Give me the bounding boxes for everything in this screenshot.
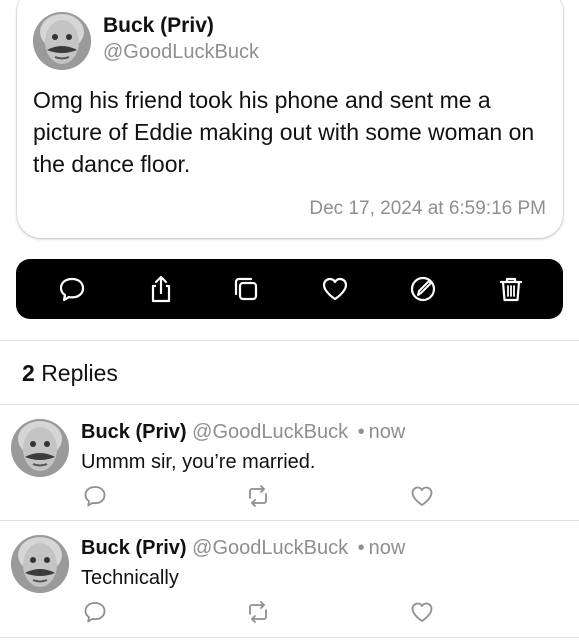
replies-count: 2 (22, 360, 35, 386)
replies-header: 2 Replies (22, 360, 118, 387)
speech-bubble-icon (84, 486, 106, 507)
repost-icon (249, 601, 267, 623)
reply-like-button[interactable] (409, 599, 435, 625)
reply-item[interactable]: Buck (Priv) @GoodLuckBuck • now Ummm sir,… (0, 405, 579, 521)
reply-meta: Buck (Priv) @GoodLuckBuck • now (81, 421, 405, 444)
heart-icon (411, 486, 433, 506)
author-name[interactable]: Buck (Priv) (103, 14, 214, 38)
reply-author-handle[interactable]: @GoodLuckBuck (192, 537, 348, 559)
like-button[interactable] (317, 271, 353, 307)
heart-icon (322, 277, 348, 301)
avatar[interactable] (11, 535, 69, 593)
avatar[interactable] (11, 419, 69, 477)
reply-repost-button[interactable] (245, 599, 271, 625)
reply-repost-button[interactable] (245, 483, 271, 509)
reply-item[interactable]: Buck (Priv) @GoodLuckBuck • now Technical… (0, 521, 579, 637)
edit-icon (410, 276, 436, 302)
author-handle[interactable]: @GoodLuckBuck (103, 41, 259, 64)
reply-author-name[interactable]: Buck (Priv) (81, 537, 187, 559)
reply-time: now (368, 537, 406, 559)
reply-meta: Buck (Priv) @GoodLuckBuck • now (81, 537, 405, 560)
repost-icon (249, 485, 267, 507)
speech-bubble-icon (84, 602, 106, 623)
post-text: Omg his friend took his phone and sent m… (33, 87, 535, 177)
reply-time: now (368, 421, 406, 443)
share-icon (151, 275, 171, 303)
reply-comment-button[interactable] (82, 599, 108, 625)
avatar-photo (11, 419, 69, 477)
post-card: Buck (Priv) @GoodLuckBuck Omg his friend… (17, 0, 563, 238)
reply-text: Ummm sir, you’re married. (81, 451, 316, 473)
copy-button[interactable] (228, 271, 264, 307)
copy-icon (234, 277, 258, 301)
reply-text: Technically (81, 567, 179, 589)
edit-button[interactable] (405, 271, 441, 307)
post-timestamp: Dec 17, 2024 at 6:59:16 PM (309, 198, 546, 219)
reply-author-handle[interactable]: @GoodLuckBuck (192, 421, 348, 443)
replies-label: Replies (41, 360, 118, 386)
divider (0, 637, 579, 638)
reply-comment-button[interactable] (82, 483, 108, 509)
separator-dot: • (357, 421, 365, 443)
separator-dot: • (357, 537, 365, 559)
delete-button[interactable] (493, 271, 529, 307)
avatar-photo (33, 12, 91, 70)
avatar-photo (11, 535, 69, 593)
share-button[interactable] (143, 271, 179, 307)
reply-button[interactable] (54, 271, 90, 307)
reply-author-name[interactable]: Buck (Priv) (81, 421, 187, 443)
divider (0, 340, 579, 341)
avatar[interactable] (33, 12, 91, 70)
heart-icon (411, 602, 433, 622)
speech-bubble-icon (59, 277, 85, 302)
reply-like-button[interactable] (409, 483, 435, 509)
action-bar (16, 259, 563, 319)
trash-icon (499, 277, 523, 302)
